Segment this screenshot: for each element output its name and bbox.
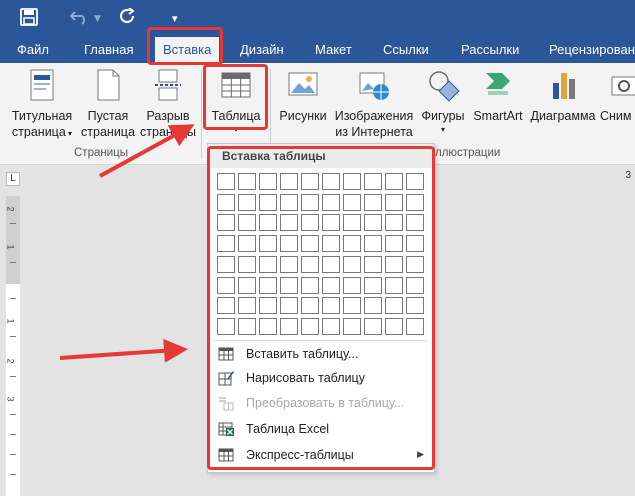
arrow-to-dropdown (59, 338, 188, 363)
arrow-to-table-button (99, 124, 195, 178)
annotation-arrows (59, 124, 195, 363)
word-window: ▼ ▾ Файл Главная Вставка Дизайн Макет Сс… (0, 0, 635, 496)
